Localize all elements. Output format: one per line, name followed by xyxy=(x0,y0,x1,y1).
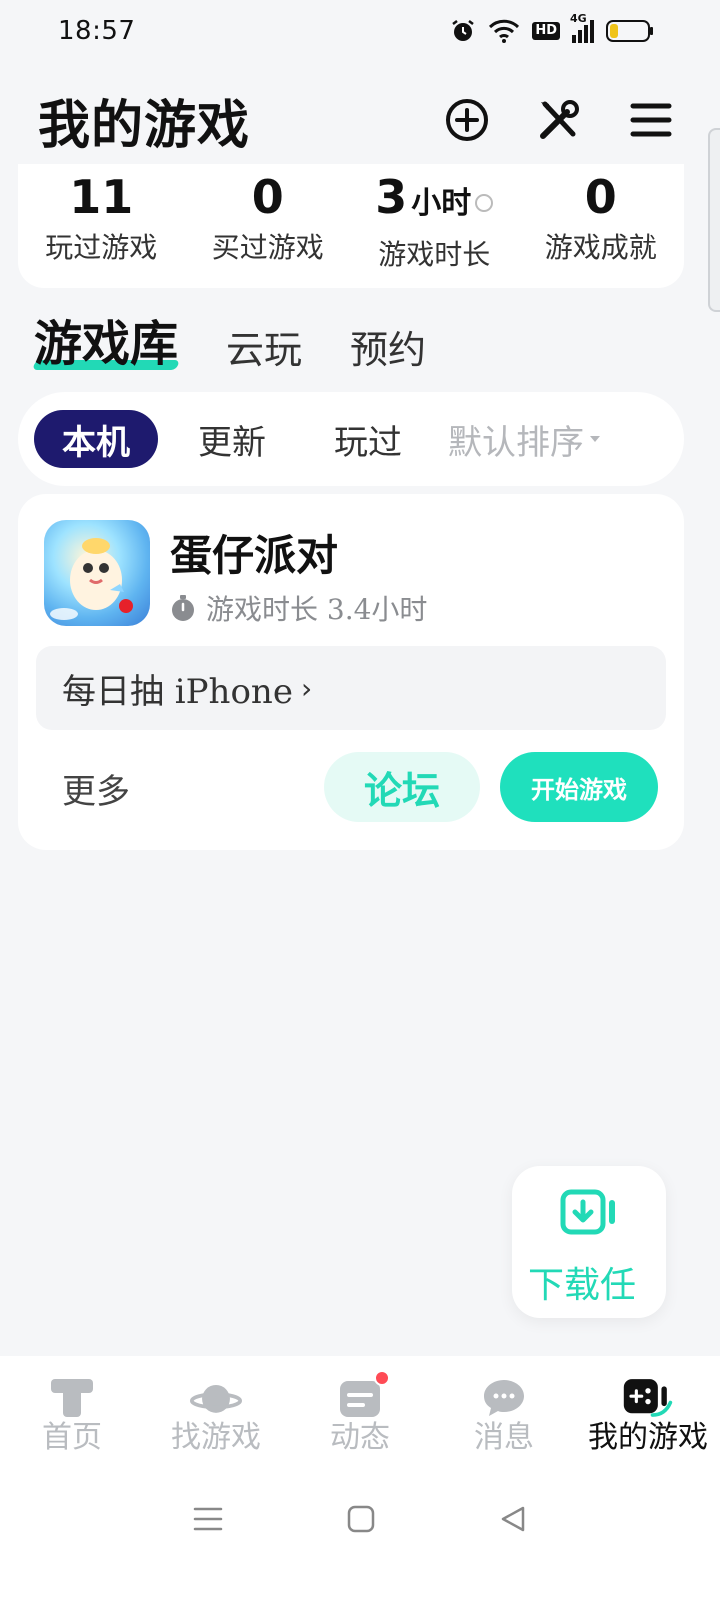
stat-value: 11 xyxy=(69,170,133,224)
download-label: 下载任 xyxy=(528,1265,637,1306)
sort-dropdown[interactable]: 默认排序 xyxy=(448,415,600,464)
signal-icon: 4G xyxy=(570,12,594,43)
tab-library[interactable]: 游戏库 xyxy=(34,304,178,374)
filter-bar: 本机 更新 玩过 默认排序 xyxy=(18,392,684,486)
wifi-icon xyxy=(489,19,520,43)
download-icon xyxy=(560,1189,615,1235)
nav-item-discover[interactable]: 找游戏 xyxy=(144,1356,288,1466)
filter-updates[interactable]: 更新 xyxy=(170,410,294,468)
notification-badge xyxy=(374,1370,390,1386)
stats-card: 11 玩过游戏 0 买过游戏 3 小时 游戏时长 0 游戏成就 xyxy=(18,164,684,288)
home-icon xyxy=(46,1376,98,1420)
page-title: 我的游戏 xyxy=(38,95,251,156)
download-tasks-button[interactable]: 下载任 xyxy=(512,1166,666,1318)
nav-item-my-games[interactable]: 我的游戏 xyxy=(576,1356,720,1466)
network-type: 4G xyxy=(570,11,587,25)
header: 我的游戏 xyxy=(0,72,720,168)
add-game-button[interactable] xyxy=(444,97,490,143)
stat-number: 3 xyxy=(375,170,408,224)
home-button-icon[interactable] xyxy=(347,1505,375,1533)
back-icon[interactable] xyxy=(499,1505,527,1533)
stopwatch-icon xyxy=(172,595,194,621)
status-bar: 18:57 HD 4G xyxy=(0,0,720,62)
sort-label: 默认排序 xyxy=(448,422,584,463)
stat-achievements[interactable]: 0 游戏成就 xyxy=(518,164,685,288)
stat-unit: 小时 xyxy=(411,186,472,221)
stat-label: 买过游戏 xyxy=(211,231,324,264)
playtime-label: 游戏时长 3.4小时 xyxy=(206,593,428,626)
start-game-button[interactable]: 开始游戏 xyxy=(500,752,658,822)
menu-button[interactable] xyxy=(628,97,674,143)
scrollbar[interactable] xyxy=(708,128,720,312)
bottom-nav: 首页 找游戏 动态 消息 我的游戏 xyxy=(0,1356,720,1466)
game-card[interactable]: 蛋仔派对 游戏时长 3.4小时 每日抽 iPhone › 更多 论坛 开始游戏 xyxy=(18,494,684,850)
filter-played[interactable]: 玩过 xyxy=(306,410,430,468)
game-name[interactable]: 蛋仔派对 xyxy=(170,522,338,583)
stat-bought[interactable]: 0 买过游戏 xyxy=(185,164,352,288)
eggy-character-icon xyxy=(50,538,133,620)
battery-icon xyxy=(606,20,653,42)
promo-banner[interactable]: 每日抽 iPhone › xyxy=(36,646,666,730)
stat-playtime[interactable]: 3 小时 游戏时长 xyxy=(351,164,518,288)
status-icons: HD 4G xyxy=(450,12,654,44)
hd-icon: HD xyxy=(532,22,560,40)
tab-reservations[interactable]: 预约 xyxy=(350,319,426,374)
recent-apps-icon[interactable] xyxy=(193,1505,223,1533)
game-playtime: 游戏时长 3.4小时 xyxy=(170,588,427,628)
library-tabs: 游戏库 云玩 预约 xyxy=(34,304,426,374)
stat-number: 0 xyxy=(251,170,284,224)
chevron-right-icon: › xyxy=(300,671,313,705)
stat-number: 11 xyxy=(69,170,134,224)
caret-down-icon xyxy=(590,436,600,442)
stat-value: 3 小时 xyxy=(375,170,494,231)
tools-icon xyxy=(540,100,579,139)
stat-value: 0 xyxy=(252,170,284,224)
tools-button[interactable] xyxy=(536,97,582,143)
feed-icon xyxy=(334,1370,390,1420)
gamepad-icon xyxy=(622,1376,674,1420)
message-icon xyxy=(478,1376,530,1420)
menu-icon xyxy=(630,103,672,137)
info-icon[interactable] xyxy=(475,193,494,212)
nav-item-home[interactable]: 首页 xyxy=(0,1356,144,1466)
forum-button[interactable]: 论坛 xyxy=(324,752,480,822)
stat-label: 游戏成就 xyxy=(544,231,657,264)
stat-number: 0 xyxy=(584,170,617,224)
nav-item-messages[interactable]: 消息 xyxy=(432,1356,576,1466)
status-time: 18:57 xyxy=(58,16,136,46)
nav-item-feed[interactable]: 动态 xyxy=(288,1356,432,1466)
game-app-icon[interactable] xyxy=(44,520,150,626)
filter-local[interactable]: 本机 xyxy=(34,410,158,468)
plus-circle-icon xyxy=(446,99,488,141)
promo-text: 每日抽 iPhone xyxy=(62,671,293,712)
stat-label: 玩过游戏 xyxy=(45,231,158,264)
stat-value: 0 xyxy=(585,170,617,224)
system-nav-bar xyxy=(0,1466,720,1612)
stat-played[interactable]: 11 玩过游戏 xyxy=(18,164,185,288)
more-button[interactable]: 更多 xyxy=(62,764,130,813)
tab-cloud-play[interactable]: 云玩 xyxy=(226,319,302,374)
planet-icon xyxy=(190,1376,242,1420)
stat-label: 游戏时长 xyxy=(378,238,491,271)
header-actions xyxy=(444,97,674,143)
alarm-icon xyxy=(452,20,475,41)
